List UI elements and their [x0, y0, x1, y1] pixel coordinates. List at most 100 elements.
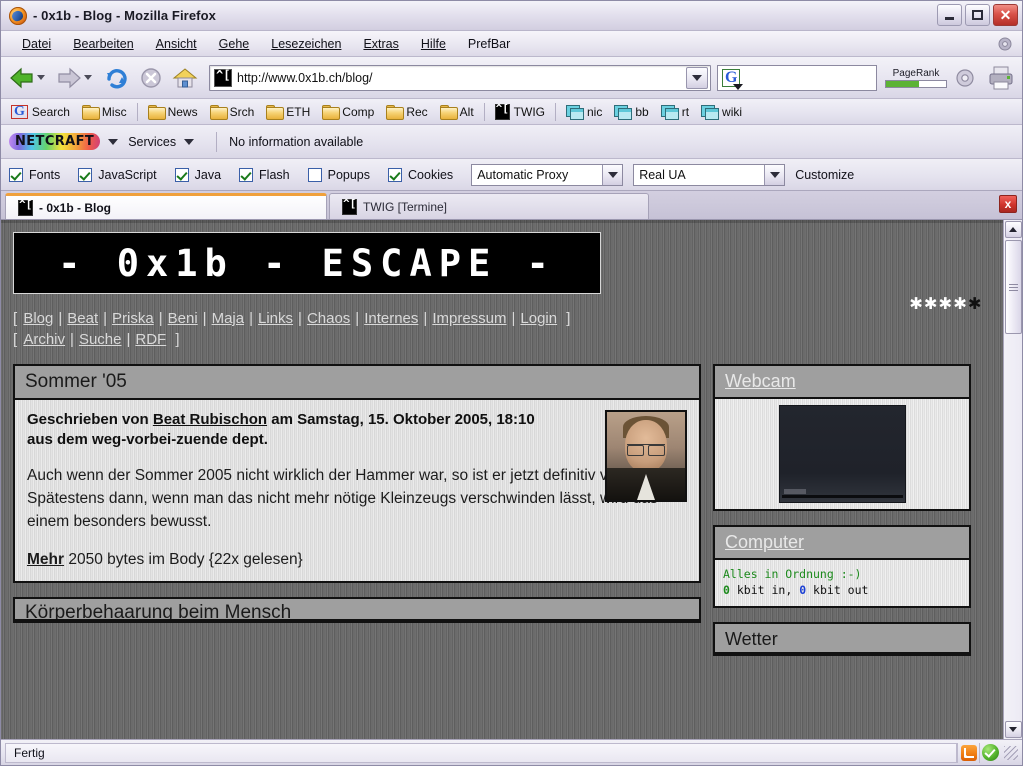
scroll-up-button[interactable]	[1004, 221, 1022, 238]
menubar-gear-icon[interactable]	[996, 35, 1014, 53]
tab-twig-termine[interactable]: TWIG [Termine]	[329, 193, 649, 219]
nav-link-suche[interactable]: Suche	[77, 331, 124, 348]
address-bar-dropdown-icon[interactable]	[686, 66, 708, 89]
checkbox-icon[interactable]	[388, 167, 403, 182]
bookmark-label: Rec	[406, 104, 428, 119]
nav-link-beat[interactable]: Beat	[65, 310, 100, 327]
checkbox-icon[interactable]	[239, 167, 254, 182]
bookmark-wiki[interactable]: wiki	[695, 103, 748, 121]
search-bar[interactable]: G	[717, 64, 877, 91]
scroll-down-button[interactable]	[1004, 721, 1022, 738]
useragent-select[interactable]: Real UA	[633, 163, 786, 186]
status-message: Fertig	[5, 742, 957, 763]
page-scrollbar[interactable]	[1003, 220, 1022, 739]
nav-link-beni[interactable]: Beni	[166, 310, 200, 327]
bookmark-nic[interactable]: nic	[560, 103, 608, 121]
netcraft-services-dropdown-icon[interactable]	[184, 138, 195, 145]
menu-item-gehe[interactable]: Gehe	[208, 34, 261, 54]
prefbar-fonts[interactable]: Fonts	[9, 167, 60, 182]
home-button[interactable]	[169, 61, 201, 95]
checkbox-icon[interactable]	[9, 167, 23, 182]
menu-label-prefbar: PrefBar	[467, 36, 511, 51]
nav-link-priska[interactable]: Priska	[110, 310, 156, 327]
prefbar-cookies[interactable]: Cookies	[388, 167, 453, 182]
print-button[interactable]	[986, 64, 1016, 92]
nav-link-impressum[interactable]: Impressum	[430, 310, 508, 327]
prefbar-java[interactable]: Java	[174, 167, 221, 182]
prefbar-flash[interactable]: Flash	[239, 167, 290, 182]
checkbox-icon[interactable]	[174, 167, 189, 182]
menu-item-ansicht[interactable]: Ansicht	[145, 34, 208, 54]
wetter-box: Wetter	[713, 622, 971, 656]
nav-link-login[interactable]: Login	[518, 310, 559, 327]
bookmark-rt[interactable]: rt	[655, 103, 695, 121]
menu-item-extras[interactable]: Extras	[352, 34, 409, 54]
close-button[interactable]: ✕	[993, 4, 1018, 26]
prefbar-popups[interactable]: Popups	[307, 167, 370, 182]
menu-item-lesezeichen[interactable]: Lesezeichen	[260, 34, 352, 54]
bookmark-misc[interactable]: Misc	[76, 103, 133, 121]
prefbar-label: JavaScript	[98, 167, 157, 182]
address-bar[interactable]: http://www.0x1b.ch/blog/	[209, 64, 711, 91]
minimize-button[interactable]	[937, 4, 962, 26]
forward-button[interactable]	[54, 61, 99, 95]
kbit-in-label: kbit in,	[729, 583, 800, 597]
bookmark-srch[interactable]: Srch	[204, 103, 261, 121]
read-more-link[interactable]: Mehr	[27, 551, 64, 568]
webcam-image[interactable]	[778, 405, 906, 503]
bookmarks-separator	[136, 102, 138, 121]
webcam-title-link[interactable]: Webcam	[725, 371, 796, 391]
checkbox-icon[interactable]	[307, 167, 322, 182]
nav-link-rdf[interactable]: RDF	[133, 331, 168, 348]
author-link[interactable]: Beat Rubischon	[153, 411, 267, 428]
forward-dropdown-icon[interactable]	[84, 75, 92, 80]
proxy-select[interactable]: Automatic Proxy	[471, 163, 624, 186]
bookmark-comp[interactable]: Comp	[316, 103, 380, 121]
rss-feed-button[interactable]	[957, 742, 979, 763]
nav-link-internes[interactable]: Internes	[362, 310, 420, 327]
computer-status-text: Alles in Ordnung :-)	[723, 567, 862, 581]
bookmark-bb[interactable]: bb	[608, 103, 654, 121]
bookmark-rec[interactable]: Rec	[380, 103, 433, 121]
back-dropdown-icon[interactable]	[37, 75, 45, 80]
customize-button[interactable]: Customize	[795, 168, 854, 182]
menu-item-hilfe[interactable]: Hilfe	[410, 34, 457, 54]
menu-item-prefbar[interactable]: PrefBar	[457, 34, 521, 54]
window-resize-grip[interactable]	[1004, 745, 1018, 760]
scrollbar-thumb[interactable]	[1005, 240, 1022, 334]
bookmark-alt[interactable]: Alt	[434, 103, 480, 121]
stop-button[interactable]	[135, 61, 167, 95]
nav-link-archiv[interactable]: Archiv	[21, 331, 67, 348]
nav-link-maja[interactable]: Maja	[210, 310, 247, 327]
nav-link-chaos[interactable]: Chaos	[305, 310, 352, 327]
back-button[interactable]	[7, 61, 52, 95]
reload-button[interactable]	[101, 61, 133, 95]
bookmark-label: TWIG	[513, 104, 545, 119]
netcraft-logo[interactable]: NETCRAFT	[9, 133, 101, 150]
netcraft-services-menu[interactable]: Services	[128, 135, 176, 149]
close-tab-button[interactable]: x	[999, 195, 1017, 213]
netcraft-dropdown-icon[interactable]	[108, 138, 119, 145]
bookmark-eth[interactable]: ETH	[260, 103, 316, 121]
bookmark-news[interactable]: News	[142, 103, 204, 121]
maximize-icon	[972, 10, 983, 20]
webcam-box: Webcam	[713, 364, 971, 511]
toolbar-gear-button[interactable]	[952, 65, 978, 91]
nav-link-blog[interactable]: Blog	[21, 310, 55, 327]
prefbar-javascript[interactable]: JavaScript	[78, 167, 157, 182]
nav-separator: |	[158, 310, 163, 327]
menu-label-lesezeichen: Lesezeichen	[271, 36, 342, 51]
checkbox-icon[interactable]	[78, 167, 93, 182]
security-status-button[interactable]	[979, 742, 1001, 763]
tab-blog[interactable]: - 0x1b - Blog	[5, 193, 327, 219]
nav-link-links[interactable]: Links	[256, 310, 295, 327]
maximize-button[interactable]	[965, 4, 990, 26]
nav-separator: |	[355, 310, 360, 327]
menu-item-datei[interactable]: Datei	[11, 34, 62, 54]
chevron-down-icon[interactable]	[764, 164, 785, 185]
menu-item-bearbeiten[interactable]: Bearbeiten	[62, 34, 144, 54]
chevron-down-icon[interactable]	[602, 164, 623, 185]
computer-title-link[interactable]: Computer	[725, 532, 804, 552]
bookmark-search[interactable]: G Search	[5, 103, 76, 121]
bookmark-twig[interactable]: TWIG	[489, 102, 551, 122]
